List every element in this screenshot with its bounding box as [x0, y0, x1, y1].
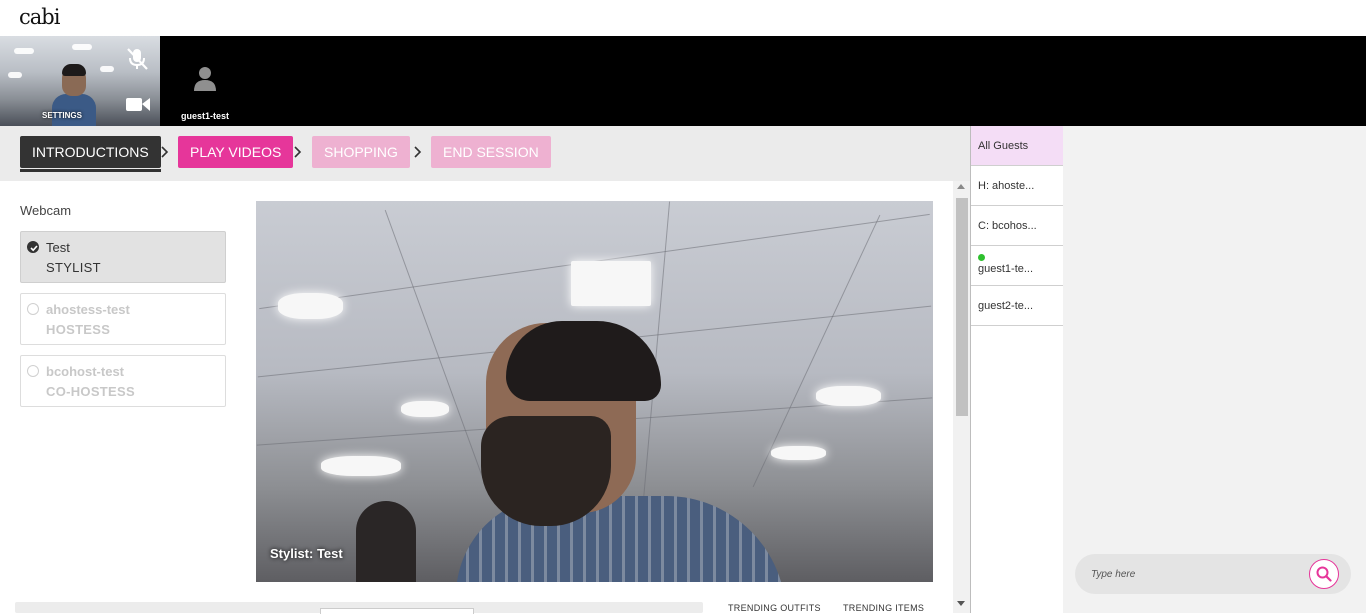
guest-item-label: All Guests	[978, 140, 1029, 152]
webcam-option-role: HOSTESS	[46, 322, 111, 337]
guest-item-hostess[interactable]: H: ahoste...	[971, 166, 1064, 206]
chevron-right-icon	[294, 146, 302, 158]
webcam-option-name: bcohost-test	[46, 364, 124, 379]
guest-item-label: guest1-te...	[978, 263, 1034, 275]
webcam-option-role: CO-HOSTESS	[46, 384, 135, 399]
search-icon	[1316, 566, 1332, 582]
logo-bar: cabi	[0, 0, 1366, 36]
guest-item-label: H: ahoste...	[978, 180, 1035, 192]
webcam-heading: Webcam	[20, 203, 72, 218]
user-icon	[194, 67, 216, 91]
step-introductions[interactable]: INTRODUCTIONS	[20, 136, 161, 172]
guest-item-all[interactable]: All Guests	[971, 126, 1064, 166]
bottom-panel	[15, 602, 703, 614]
guest-item-label: C: bcohos...	[978, 220, 1037, 232]
step-play-videos[interactable]: PLAY VIDEOS	[178, 136, 294, 168]
guest-tile-name: guest1-test	[180, 111, 229, 121]
main-content: Webcam Test STYLIST ahostess-test HOSTES…	[0, 181, 953, 614]
guests-list: All Guests H: ahoste... C: bcohos... gue…	[970, 126, 1064, 613]
guest-item-label: guest2-te...	[978, 300, 1034, 312]
webcam-option-co-hostess[interactable]: bcohost-test CO-HOSTESS	[20, 355, 226, 407]
video-camera-icon[interactable]	[126, 96, 150, 112]
chat-panel	[1063, 126, 1366, 613]
chat-input-bar	[1075, 554, 1351, 594]
webcam-option-stylist[interactable]: Test STYLIST	[20, 231, 226, 283]
scroll-up-arrow-icon[interactable]	[957, 184, 965, 189]
scroll-down-arrow-icon[interactable]	[957, 601, 965, 606]
settings-label[interactable]: SETTINGS	[0, 111, 124, 120]
session-steps-bar: INTRODUCTIONS PLAY VIDEOS SHOPPING END S…	[0, 126, 970, 181]
cabi-logo: cabi	[19, 5, 60, 29]
participant-strip: SETTINGS guest1-test	[0, 36, 1366, 126]
guest-tile[interactable]: guest1-test	[172, 36, 238, 126]
radio-circle-icon	[27, 365, 39, 377]
scroll-thumb[interactable]	[956, 198, 968, 416]
bottom-panel-box	[320, 608, 474, 614]
webcam-option-name: Test	[46, 240, 70, 255]
webcam-option-name: ahostess-test	[46, 302, 130, 317]
main-video-feed: Stylist: Test	[256, 201, 933, 582]
chevron-right-icon	[414, 146, 422, 158]
mic-off-icon[interactable]	[124, 46, 150, 72]
self-video-tile[interactable]: SETTINGS	[0, 36, 160, 126]
chat-input[interactable]	[1091, 566, 1291, 582]
chat-search-button[interactable]	[1309, 559, 1339, 589]
check-circle-icon	[27, 241, 39, 253]
guest-item-co-hostess[interactable]: C: bcohos...	[971, 206, 1064, 246]
tab-trending-outfits[interactable]: TRENDING OUTFITS	[728, 603, 821, 613]
video-caption: Stylist: Test	[270, 546, 343, 561]
step-end-session[interactable]: END SESSION	[431, 136, 551, 168]
webcam-option-role: STYLIST	[46, 260, 101, 275]
online-status-icon	[978, 254, 985, 261]
webcam-option-hostess[interactable]: ahostess-test HOSTESS	[20, 293, 226, 345]
radio-circle-icon	[27, 303, 39, 315]
chevron-right-icon	[161, 146, 169, 158]
step-shopping[interactable]: SHOPPING	[312, 136, 410, 168]
guest-item-guest2[interactable]: guest2-te...	[971, 286, 1064, 326]
tab-trending-items[interactable]: TRENDING ITEMS	[843, 603, 924, 613]
guest-item-guest1[interactable]: guest1-te...	[971, 246, 1064, 286]
